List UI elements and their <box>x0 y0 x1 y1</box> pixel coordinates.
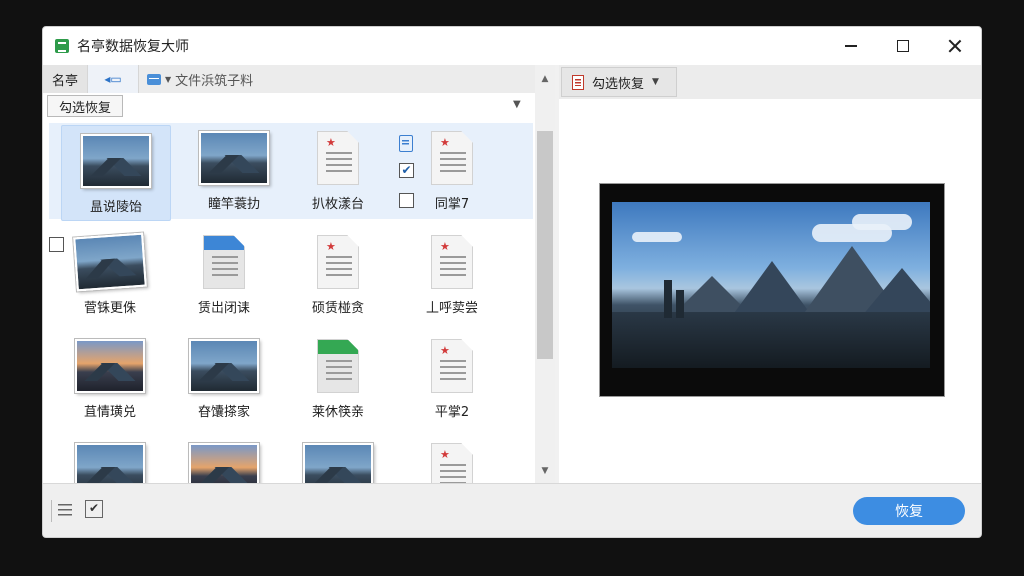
scroll-up-icon[interactable]: ▲ <box>535 71 555 87</box>
folder-icon <box>147 73 161 85</box>
title-bar: 名亭数据恢复大师 <box>43 27 981 65</box>
document-icon: ★ <box>431 339 473 393</box>
file-grid: 昷说陵饴 瞳竿蓑扐 ★ 扒枚漾台 ✔ ★ 同掌7 菅铢更侏 赁岀闭诔 ★ 硕赁椪… <box>43 123 533 483</box>
file-label: 菅铢更侏 <box>83 301 136 316</box>
file-label: 丄呼荬尝 <box>425 301 478 316</box>
document-icon <box>317 339 359 393</box>
minimize-icon <box>845 45 857 47</box>
recover-button[interactable]: 恢复 <box>853 497 965 525</box>
sort-dropdown-icon[interactable]: ▼ <box>513 99 521 110</box>
file-tile[interactable]: ★ 丄呼荬尝 <box>397 227 507 323</box>
back-nav-button[interactable]: ◂▭ <box>88 65 139 93</box>
file-browser-pane: 名亭 ◂▭ ▼ 文件浜筑子料 勾选恢复 ▼ 昷说陵饴 瞳竿蓑扐 ★ 扒枚漾台 ✔… <box>43 65 555 483</box>
file-label: 莱休筷亲 <box>311 405 364 420</box>
document-icon: ★ <box>317 235 359 289</box>
path-bar: 名亭 ◂▭ ▼ 文件浜筑子料 <box>43 65 555 93</box>
file-tile[interactable]: ★ 硕赁椪贪 <box>283 227 393 323</box>
preview-pane: 勾选恢复 ▼ <box>559 65 981 483</box>
file-tile[interactable] <box>169 435 279 483</box>
chevron-down-icon: ▼ <box>652 77 659 87</box>
image-thumbnail <box>303 443 373 483</box>
breadcrumb-text: 文件浜筑子料 <box>175 73 254 89</box>
file-tile[interactable]: 昷说陵饴 <box>61 125 171 221</box>
preview-image <box>612 202 930 368</box>
select-recover-filter-button[interactable]: 勾选恢复 <box>47 95 123 117</box>
preview-toolbar: 勾选恢复 ▼ <box>559 65 981 99</box>
file-tile[interactable] <box>283 435 393 483</box>
back-arrow-icon: ◂▭ <box>104 72 122 86</box>
name-column-header[interactable]: 名亭 <box>43 65 88 93</box>
file-label: 昷说陵饴 <box>89 200 142 215</box>
scrollbar-thumb[interactable] <box>537 131 553 359</box>
file-tile[interactable]: ★ 扒枚漾台 <box>283 123 393 219</box>
file-tile[interactable]: 苴情璜兑 <box>55 331 165 427</box>
image-thumbnail <box>81 134 151 188</box>
image-thumbnail <box>73 232 147 292</box>
file-label: 苴情璜兑 <box>83 405 136 420</box>
maximize-icon <box>897 40 909 52</box>
app-logo-icon <box>55 39 69 53</box>
image-thumbnail <box>75 339 145 393</box>
select-all-checkbox-icon[interactable]: ✔ <box>85 500 103 518</box>
preview-filter-label: 勾选恢复 <box>592 76 645 92</box>
breadcrumb[interactable]: ▼ 文件浜筑子料 <box>147 70 253 89</box>
app-window: 名亭数据恢复大师 名亭 ◂▭ ▼ 文件浜筑子料 勾选恢复 ▼ 昷说陵饴 瞳竿蓑扐… <box>42 26 982 538</box>
file-label: 瞳竿蓑扐 <box>207 197 260 212</box>
file-tile[interactable]: 赁岀闭诔 <box>169 227 279 323</box>
image-thumbnail <box>189 443 259 483</box>
file-label: 扒枚漾台 <box>311 197 364 212</box>
file-tile[interactable] <box>55 435 165 483</box>
file-tile[interactable]: ★ 同掌7 <box>397 123 507 219</box>
file-label: 赁岀闭诔 <box>197 301 250 316</box>
file-label: 同掌7 <box>434 197 470 212</box>
close-icon <box>948 39 962 53</box>
window-title: 名亭数据恢复大师 <box>77 39 189 55</box>
image-thumbnail <box>189 339 259 393</box>
file-label: 硕赁椪贪 <box>311 301 364 316</box>
bottom-toolbar: ✔ 恢复 <box>43 483 981 537</box>
file-tile[interactable]: ★ 平掌2 <box>397 331 507 427</box>
chevron-down-icon: ▼ <box>165 74 172 84</box>
file-label: 平掌2 <box>434 405 470 420</box>
file-tile[interactable]: 莱休筷亲 <box>283 331 393 427</box>
file-tile[interactable]: 瞳竿蓑扐 <box>179 123 289 219</box>
image-thumbnail <box>75 443 145 483</box>
file-tile[interactable]: 菅铢更侏 <box>55 227 165 323</box>
document-icon: ★ <box>317 131 359 185</box>
file-tile[interactable]: ★ <box>397 435 507 483</box>
image-thumbnail <box>199 131 269 185</box>
image-preview <box>599 183 945 397</box>
file-tile[interactable]: 昚馕搽家 <box>169 331 279 427</box>
scroll-down-icon[interactable]: ▼ <box>535 463 555 479</box>
vertical-scrollbar[interactable]: ▲ ▼ <box>535 65 555 483</box>
document-icon: ★ <box>431 443 473 483</box>
close-button[interactable] <box>929 27 981 65</box>
document-icon: ★ <box>431 235 473 289</box>
preview-filter-dropdown[interactable]: 勾选恢复 ▼ <box>561 67 677 97</box>
maximize-button[interactable] <box>877 27 929 65</box>
document-icon: ★ <box>431 131 473 185</box>
list-view-icon[interactable] <box>51 500 76 522</box>
minimize-button[interactable] <box>825 27 877 65</box>
document-icon <box>203 235 245 289</box>
pdf-file-icon <box>572 74 584 90</box>
file-label: 昚馕搽家 <box>197 405 250 420</box>
